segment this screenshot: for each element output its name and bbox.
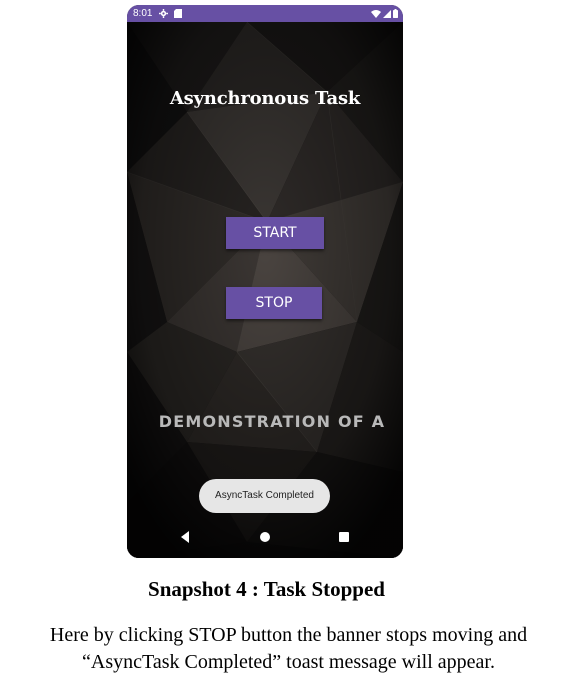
gear-icon <box>159 9 168 18</box>
battery-icon <box>393 9 398 18</box>
stop-button[interactable]: STOP <box>226 287 322 319</box>
toast-message: AsyncTask Completed <box>199 479 330 513</box>
status-bar: 8:01 <box>127 5 403 22</box>
caption-line-1: Here by clicking STOP button the banner … <box>49 624 528 646</box>
home-icon[interactable] <box>257 529 273 545</box>
status-time: 8:01 <box>133 8 153 19</box>
status-left-icons <box>159 5 182 22</box>
signal-icon <box>383 9 391 18</box>
sd-card-icon <box>174 9 182 18</box>
caption-title: Snapshot 4 : Task Stopped <box>148 577 385 601</box>
caption-line-2: “AsyncTask Completed” toast message will… <box>82 651 495 673</box>
back-icon[interactable] <box>177 529 193 545</box>
recents-icon[interactable] <box>336 529 352 545</box>
navigation-bar <box>127 517 403 558</box>
start-button[interactable]: START <box>226 217 324 249</box>
banner-text: DEMONSTRATION OF A <box>158 412 386 431</box>
scrolling-banner: DEMONSTRATION OF A <box>127 412 403 431</box>
phone-frame: 8:01 Asynchronous Task START STOP DEMONS… <box>127 5 403 558</box>
app-title: Asynchronous Task <box>169 88 361 109</box>
status-right-icons <box>371 5 398 22</box>
app-screen: Asynchronous Task START STOP DEMONSTRATI… <box>127 22 403 558</box>
wifi-icon <box>371 9 381 18</box>
caption-text: Here by clicking STOP button the banner … <box>0 622 577 676</box>
